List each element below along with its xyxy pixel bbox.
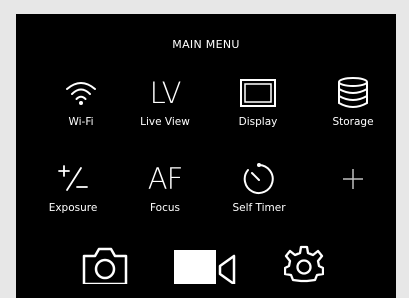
menu-item-exposure[interactable]: Exposure	[30, 160, 116, 224]
menu-item-label: Wi-Fi	[68, 116, 94, 128]
gear-icon	[283, 244, 325, 288]
settings-button[interactable]	[283, 244, 325, 288]
menu-item-live-view[interactable]: LV Live View	[122, 74, 208, 138]
menu-item-label: Focus	[150, 202, 180, 214]
add-icon	[323, 160, 383, 198]
camera-button[interactable]	[82, 246, 128, 286]
menu-item-add[interactable]	[310, 160, 396, 224]
menu-item-label: Exposure	[48, 202, 98, 214]
storage-icon	[323, 74, 383, 112]
menu-item-display[interactable]: Display	[215, 74, 301, 138]
menu-item-label: Live View	[140, 116, 190, 128]
self-timer-icon	[229, 160, 289, 198]
menu-item-wifi[interactable]: Wi-Fi	[38, 74, 124, 138]
camera-icon	[82, 244, 128, 288]
video-button[interactable]	[173, 246, 239, 286]
live-view-icon: LV	[149, 75, 182, 110]
menu-item-self-timer[interactable]: Self Timer	[216, 160, 302, 224]
menu-item-label: Self Timer	[232, 202, 286, 214]
menu-title: MAIN MENU	[172, 38, 240, 51]
menu-item-focus[interactable]: AF Focus	[122, 160, 208, 224]
menu-item-label: Storage	[332, 116, 374, 128]
focus-icon: AF	[147, 161, 184, 196]
video-camera-icon	[173, 244, 239, 288]
menu-item-storage[interactable]: Storage	[310, 74, 396, 138]
wifi-icon	[51, 74, 111, 112]
menu-item-label: Display	[238, 116, 278, 128]
exposure-icon	[43, 160, 103, 198]
display-icon	[228, 74, 288, 112]
camera-main-menu-screen: MAIN MENU Wi-Fi LV Live View Display Sto…	[16, 14, 396, 298]
